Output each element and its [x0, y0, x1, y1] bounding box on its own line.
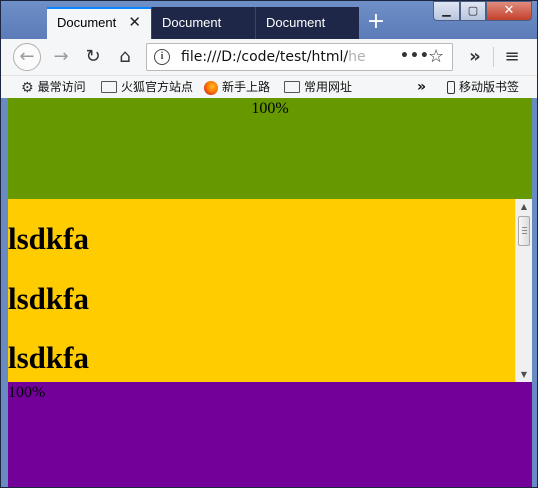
hamburger-menu-icon[interactable]: ≡ — [498, 43, 526, 71]
bookmark-firefox-official[interactable]: 火狐官方站点 — [101, 76, 193, 98]
folder-icon — [284, 80, 300, 93]
close-window-button[interactable]: ✕ — [486, 1, 532, 21]
bookmark-most-visited[interactable]: ⚙ 最常访问 — [21, 76, 86, 98]
bookmark-label: 火狐官方站点 — [121, 80, 194, 94]
maximize-button[interactable]: ▢ — [460, 1, 486, 21]
home-button[interactable]: ⌂ — [111, 43, 139, 71]
scroll-up-arrow-icon[interactable]: ▲ — [516, 199, 532, 214]
back-button[interactable]: ← — [13, 43, 41, 71]
toolbar-overflow-icon[interactable]: » — [461, 43, 489, 71]
firefox-icon — [204, 80, 218, 95]
page-actions-icon[interactable]: ••• — [400, 44, 430, 68]
page-viewport: 100% lsdkfa lsdkfa lsdkfa ▲ ▼ 100% — [8, 98, 532, 487]
forward-button[interactable]: → — [47, 43, 75, 71]
vertical-scrollbar[interactable]: ▲ ▼ — [515, 199, 532, 382]
scrollbar-grip — [522, 227, 527, 235]
heading: lsdkfa — [8, 340, 89, 375]
bookmark-label: 移动版书签 — [459, 80, 520, 94]
purple-block: 100% — [8, 382, 532, 487]
bookmark-mobile[interactable]: 移动版书签 — [447, 76, 519, 98]
mobile-phone-icon — [447, 81, 455, 94]
url-faded: he — [348, 49, 366, 65]
yellow-scroll-block: lsdkfa lsdkfa lsdkfa ▲ ▼ — [8, 199, 532, 382]
scrollbar-thumb[interactable] — [518, 216, 530, 246]
bookmarks-overflow-icon[interactable]: » — [417, 76, 426, 98]
window-frame-right — [532, 98, 537, 487]
heading: lsdkfa — [8, 221, 89, 256]
site-info-icon[interactable]: i — [154, 49, 170, 65]
bookmarks-toolbar: ⚙ 最常访问 火狐官方站点 新手上路 常用网址 » 移动版书签 — [1, 76, 537, 98]
navigation-toolbar: ← → ↻ ⌂ i file:///D:/code/test/html/he •… — [1, 39, 537, 76]
window-frame-left — [1, 98, 8, 487]
bookmark-common-sites[interactable]: 常用网址 — [284, 76, 352, 98]
new-tab-button[interactable]: + — [365, 9, 387, 35]
bookmark-star-icon[interactable]: ☆ — [428, 44, 444, 70]
tab-label: Document — [162, 15, 222, 30]
green-block: 100% — [8, 98, 532, 199]
reload-button[interactable]: ↻ — [79, 43, 107, 71]
folder-icon — [101, 80, 117, 93]
bookmark-getting-started[interactable]: 新手上路 — [204, 76, 270, 98]
url-text[interactable]: file:///D:/code/test/html/he — [181, 44, 395, 70]
tab-label: Document — [266, 15, 326, 30]
browser-window: Document ✕ Document Document + ▁ ▢ ✕ ← →… — [0, 0, 538, 488]
heading: lsdkfa — [8, 281, 89, 316]
purple-block-label: 100% — [8, 384, 46, 401]
scroll-down-arrow-icon[interactable]: ▼ — [516, 367, 532, 382]
url-main: file:///D:/code/test/html/ — [181, 49, 349, 65]
address-bar[interactable]: i file:///D:/code/test/html/he ••• ☆ — [146, 43, 453, 71]
bookmark-label: 最常访问 — [37, 80, 86, 94]
tab-document-2[interactable]: Document — [151, 7, 255, 39]
green-block-label: 100% — [251, 100, 289, 117]
toolbar-divider — [493, 47, 494, 67]
tab-document-active[interactable]: Document ✕ — [47, 7, 151, 39]
tab-label: Document — [57, 15, 117, 30]
bookmark-label: 新手上路 — [222, 80, 271, 94]
minimize-button[interactable]: ▁ — [433, 1, 460, 21]
tab-strip: Document ✕ Document Document + ▁ ▢ ✕ — [1, 1, 537, 39]
gear-icon: ⚙ — [21, 79, 34, 96]
close-tab-icon[interactable]: ✕ — [128, 9, 141, 37]
bookmark-label: 常用网址 — [304, 80, 353, 94]
yellow-scroll-area[interactable]: lsdkfa lsdkfa lsdkfa — [8, 199, 515, 382]
tab-document-3[interactable]: Document — [255, 7, 359, 39]
